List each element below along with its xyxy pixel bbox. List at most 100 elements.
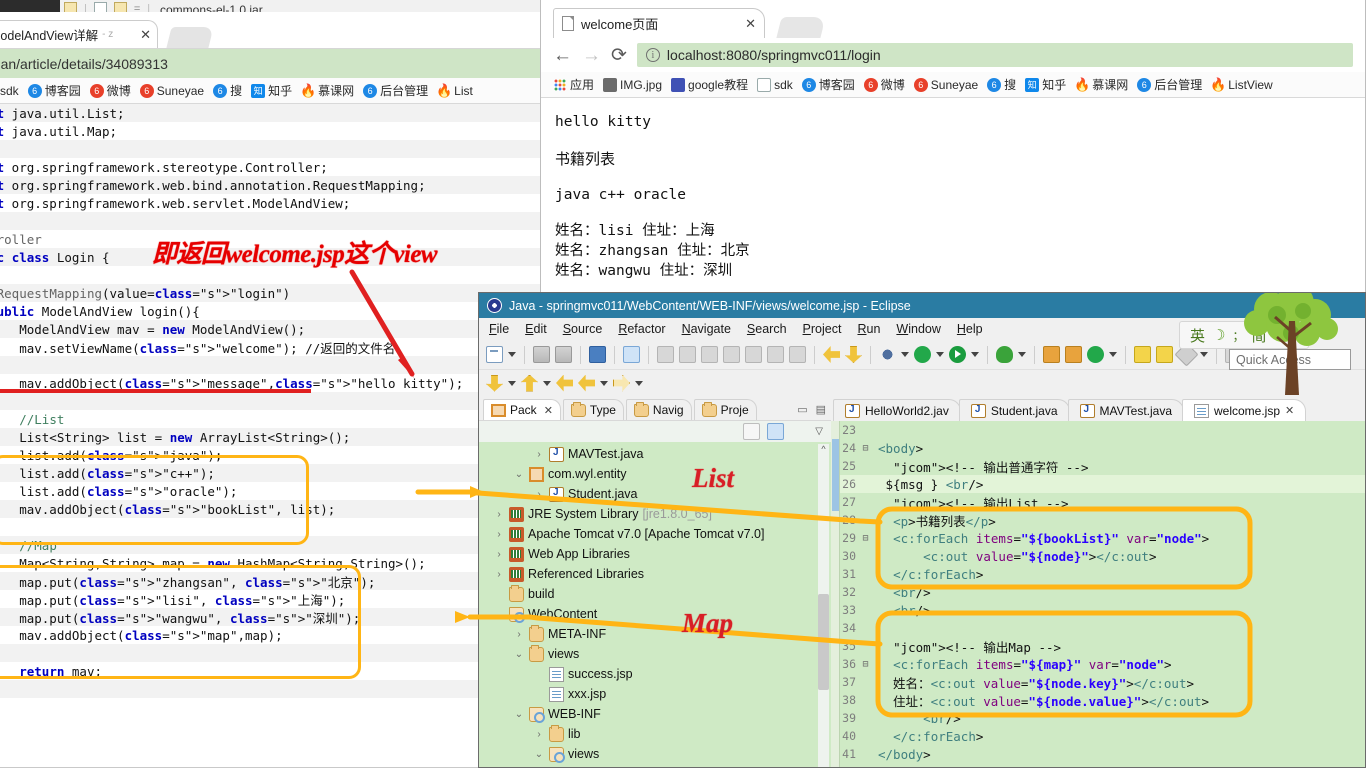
- run-server-icon[interactable]: [949, 346, 966, 363]
- view-tab-proje[interactable]: Proje: [693, 399, 757, 420]
- bookmark-item[interactable]: 🔥 List: [436, 83, 473, 98]
- toggle-markers-icon[interactable]: [623, 346, 640, 363]
- chevron-icon[interactable]: ⌄: [533, 749, 545, 760]
- left-browser-omnibox[interactable]: ndan/article/details/34089313: [0, 48, 555, 78]
- chevron-icon[interactable]: ›: [493, 549, 505, 560]
- maximize-icon[interactable]: ▤: [816, 403, 826, 416]
- chevron-icon[interactable]: ⌄: [513, 709, 525, 720]
- chevron-down-icon[interactable]: [508, 380, 516, 386]
- chevron-down-icon[interactable]: [1200, 352, 1208, 357]
- step-return-icon[interactable]: [767, 346, 784, 363]
- run-icon[interactable]: [914, 346, 931, 363]
- console-icon[interactable]: [589, 346, 606, 363]
- save-all-icon[interactable]: [555, 346, 572, 363]
- bookmark-item[interactable]: 6 微博: [863, 76, 905, 93]
- editor-tab-welcome-jsp[interactable]: welcome.jsp ✕: [1182, 399, 1307, 421]
- terminate-icon[interactable]: [701, 346, 718, 363]
- chevron-down-icon[interactable]: [543, 380, 551, 386]
- close-icon[interactable]: ✕: [1285, 404, 1294, 417]
- view-tab-navig[interactable]: Navig: [625, 399, 692, 420]
- collapse-all-icon[interactable]: [743, 423, 761, 440]
- chevron-down-icon[interactable]: [635, 380, 643, 386]
- bookmark-item[interactable]: 知知乎: [251, 82, 292, 99]
- fold-toggle-icon[interactable]: ⊟: [861, 659, 870, 670]
- open-type-icon[interactable]: [1134, 346, 1151, 363]
- open-resource-icon[interactable]: [1156, 346, 1173, 363]
- jsp-source-code[interactable]: 23 24 ⊟ <body> 25 "jcom"><!-- 输出普通字符 --> 26 $…: [831, 421, 1365, 767]
- chevron-down-icon[interactable]: [600, 380, 608, 386]
- chevron-icon[interactable]: ›: [533, 489, 545, 500]
- menu-navigate[interactable]: Navigate: [682, 322, 731, 336]
- tree-item[interactable]: › Web App Libraries: [479, 544, 831, 564]
- editor-tab-mavtest-java[interactable]: MAVTest.java: [1067, 399, 1184, 421]
- chevron-icon[interactable]: ⌄: [493, 609, 505, 620]
- menu-edit[interactable]: Edit: [525, 322, 547, 336]
- close-icon[interactable]: ✕: [745, 16, 756, 32]
- back-icon[interactable]: ←: [553, 46, 572, 65]
- tree-item[interactable]: ⌄ WEB-INF: [479, 704, 831, 724]
- profile-icon[interactable]: [996, 346, 1013, 363]
- view-tab-pack[interactable]: Pack ✕: [483, 399, 561, 420]
- scrollbar-thumb[interactable]: [818, 594, 829, 690]
- tree-scrollbar[interactable]: ^: [818, 444, 829, 767]
- tree-item[interactable]: › Student.java: [479, 484, 831, 504]
- bookmark-item[interactable]: 6 后台管理: [363, 82, 428, 99]
- bookmark-item[interactable]: 6 博客园: [27, 82, 81, 99]
- chevron-icon[interactable]: ›: [493, 569, 505, 580]
- bookmark-item[interactable]: 6搜: [987, 76, 1016, 93]
- left-browser-tab[interactable]: ModelAndView详解 - z ✕: [0, 20, 158, 48]
- bookmark-item[interactable]: IMG.jpg: [603, 77, 662, 92]
- right-browser-tab[interactable]: welcome页面 ✕: [553, 8, 765, 38]
- editor-tab-helloworld2-jav[interactable]: HelloWorld2.jav: [833, 399, 961, 421]
- new-file-icon[interactable]: [486, 346, 503, 363]
- tree-item[interactable]: › Referenced Libraries: [479, 564, 831, 584]
- step-into-icon[interactable]: [745, 346, 762, 363]
- link-with-editor-icon[interactable]: [767, 423, 785, 440]
- drop-to-frame-icon[interactable]: [789, 346, 806, 363]
- right-omnibox[interactable]: i localhost:8080/springmvc011/login: [636, 43, 1353, 67]
- forward-icon[interactable]: →: [582, 46, 601, 65]
- chevron-icon[interactable]: ⌄: [513, 649, 525, 660]
- bookmark-item[interactable]: google教程: [671, 76, 748, 93]
- tree-item[interactable]: › Apache Tomcat v7.0 [Apache Tomcat v7.0]: [479, 524, 831, 544]
- menu-refactor[interactable]: Refactor: [618, 322, 665, 336]
- menu-window[interactable]: Window: [896, 322, 940, 336]
- bookmark-item[interactable]: 6搜: [213, 82, 242, 99]
- chevron-down-icon[interactable]: [936, 352, 944, 357]
- tree-item[interactable]: ⌄ views: [479, 644, 831, 664]
- new-package-icon[interactable]: [1065, 346, 1082, 363]
- chevron-icon[interactable]: ⌄: [513, 469, 525, 480]
- chevron-icon[interactable]: ›: [493, 529, 505, 540]
- bookmark-item[interactable]: 应用: [553, 76, 594, 93]
- minimize-icon[interactable]: ▭: [797, 403, 807, 416]
- next-edit-icon[interactable]: [486, 374, 503, 392]
- menu-help[interactable]: Help: [957, 322, 983, 336]
- tree-item[interactable]: › lib: [479, 724, 831, 744]
- new-class-icon[interactable]: [1043, 346, 1060, 363]
- close-icon[interactable]: ✕: [140, 28, 151, 41]
- previous-edit-icon[interactable]: [521, 374, 538, 392]
- tree-item[interactable]: › META-INF: [479, 624, 831, 644]
- chevron-down-icon[interactable]: ▽: [815, 426, 823, 437]
- tree-item[interactable]: ⌄ WebContent: [479, 604, 831, 624]
- tree-item[interactable]: › JRE System Library [jre1.8.0_65]: [479, 504, 831, 524]
- chevron-icon[interactable]: ›: [493, 509, 505, 520]
- chevron-down-icon[interactable]: [508, 352, 516, 357]
- chevron-down-icon[interactable]: [971, 352, 979, 357]
- chevron-icon[interactable]: ›: [513, 629, 525, 640]
- fold-toggle-icon[interactable]: ⊟: [861, 533, 870, 544]
- bookmark-item[interactable]: 🔥 ListView: [1210, 77, 1273, 92]
- menu-file[interactable]: File: [489, 322, 509, 336]
- editor-tab-student-java[interactable]: Student.java: [958, 399, 1070, 421]
- chevron-icon[interactable]: ›: [533, 729, 545, 740]
- tree-item[interactable]: xxx.jsp: [479, 684, 831, 704]
- bookmark-item[interactable]: sdk: [0, 84, 19, 98]
- view-menu-icon[interactable]: [791, 423, 808, 440]
- resume-icon[interactable]: [657, 346, 674, 363]
- bookmark-item[interactable]: 6 博客园: [801, 76, 855, 93]
- reload-icon[interactable]: ⟳: [611, 46, 627, 65]
- menu-project[interactable]: Project: [803, 322, 842, 336]
- save-icon[interactable]: [533, 346, 550, 363]
- open-task-icon[interactable]: [823, 346, 840, 363]
- right-new-tab-button[interactable]: [776, 17, 826, 38]
